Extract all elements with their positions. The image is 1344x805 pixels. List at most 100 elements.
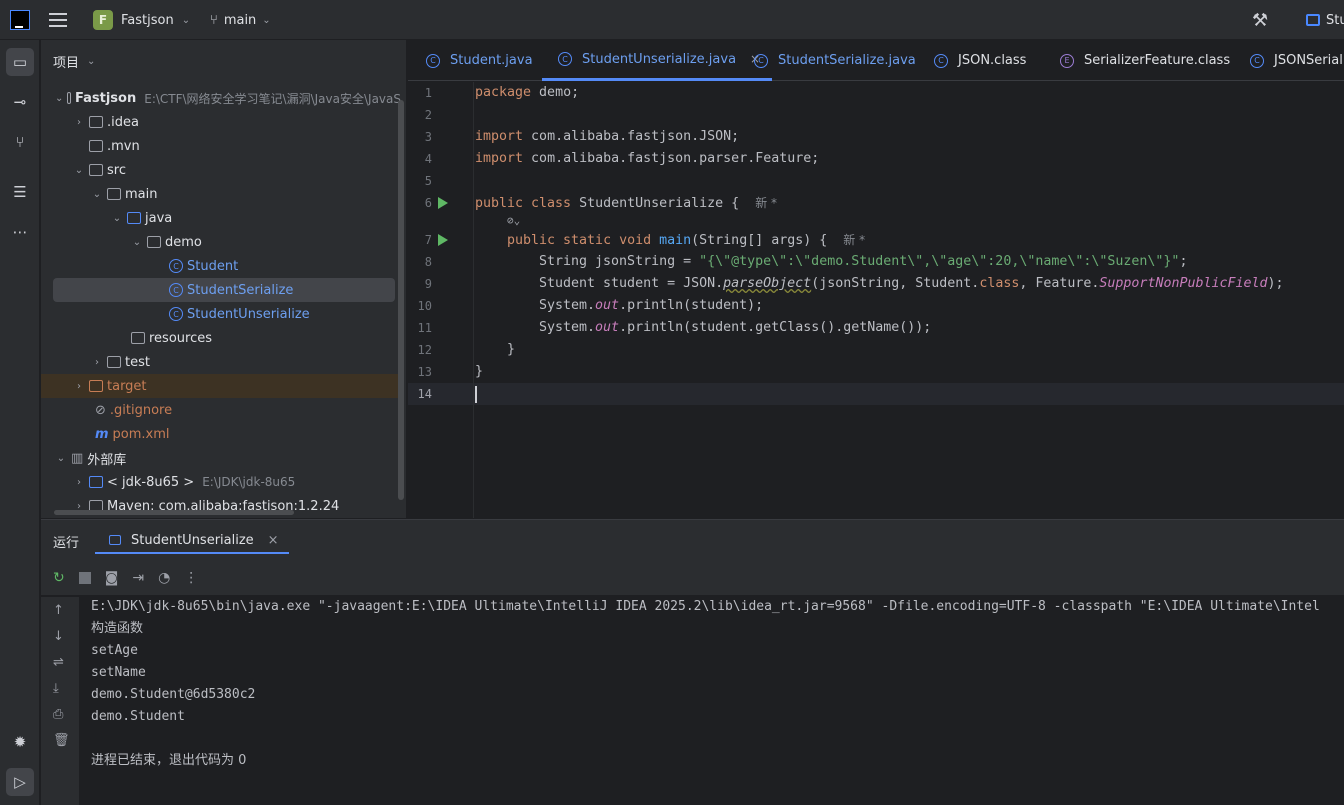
tree-item-studentserialize[interactable]: C StudentSerialize	[53, 278, 395, 302]
chevron-down-icon: ⌄	[262, 14, 271, 26]
tree-item-student[interactable]: C Student	[41, 254, 401, 278]
run-config-selector[interactable]: Stu	[1306, 0, 1344, 40]
line-number: 2	[424, 108, 432, 122]
project-panel-header[interactable]: 项目 ⌄	[53, 52, 95, 71]
console-line: demo.Student@6d5380c2	[91, 687, 256, 702]
chevron-down-icon: ⌄	[132, 236, 142, 248]
tab-student-java[interactable]: C Student.java	[422, 40, 533, 81]
tab-studentserialize-java[interactable]: C StudentSerialize.java	[750, 40, 916, 81]
run-panel-title: 运行	[53, 536, 80, 551]
tab-jsonserialize[interactable]: C JSONSerialize	[1246, 40, 1344, 81]
project-folder-icon[interactable]: ▭	[6, 48, 34, 76]
scroll-up-icon[interactable]: ↑	[53, 603, 64, 618]
folder-icon	[89, 140, 103, 152]
soft-wrap-icon[interactable]: ⇌	[53, 655, 64, 670]
console-line: 构造函数	[91, 621, 144, 636]
tree-label: java	[145, 210, 173, 226]
tab-json-class[interactable]: C JSON.class	[930, 40, 1026, 81]
project-scrollbar-vertical[interactable]	[398, 100, 404, 500]
package-icon	[147, 236, 161, 248]
run-tab-studentunserialize[interactable]: StudentUnserialize ×	[95, 528, 289, 554]
project-panel-title: 项目	[53, 56, 80, 71]
main-menu-icon[interactable]	[48, 0, 68, 40]
tree-item-resources[interactable]: resources	[41, 326, 401, 350]
tree-item-java[interactable]: ⌄ java	[41, 206, 401, 230]
line-number: 6	[424, 196, 432, 210]
screenshot-icon[interactable]: ◙	[105, 570, 119, 586]
tree-label: main	[125, 186, 158, 202]
run-config-icon	[109, 535, 121, 545]
tree-item-studentunserialize[interactable]: C StudentUnserialize	[41, 302, 401, 326]
code-editor[interactable]: 1 2 3 4 5 6 7 8 9 10 11 12 13 14 package…	[408, 82, 1344, 518]
tree-label: test	[125, 354, 150, 370]
tree-item-mvn[interactable]: .mvn	[41, 134, 401, 158]
tab-studentunserialize-java[interactable]: C StudentUnserialize.java ×	[542, 40, 773, 81]
chevron-down-icon: ⌄	[112, 212, 122, 224]
chevron-down-icon: ⌄	[92, 188, 102, 200]
line-number: 5	[424, 174, 432, 188]
close-icon[interactable]: ×	[268, 533, 279, 548]
project-switcher[interactable]: F Fastjson ⌄	[93, 0, 190, 40]
tree-label: .gitignore	[109, 402, 173, 418]
class-icon: C	[169, 259, 183, 273]
source-folder-icon	[127, 212, 141, 224]
line-number: 8	[424, 255, 432, 269]
clear-trash-icon[interactable]: 🗑	[53, 733, 70, 748]
tree-item-demo[interactable]: ⌄ demo	[41, 230, 401, 254]
chevron-down-icon: ⌄	[181, 14, 191, 26]
tree-label: src	[107, 162, 126, 178]
project-scrollbar-horizontal[interactable]	[54, 510, 294, 515]
scroll-down-icon[interactable]: ↓	[53, 629, 64, 644]
debug-icon[interactable]: ✹	[6, 728, 34, 756]
run-icon[interactable]: ▷	[6, 768, 34, 796]
code-line-4: import com.alibaba.fastjson.parser.Featu…	[475, 151, 820, 166]
git-branch-icon: ⑂	[210, 12, 218, 28]
tree-label: 外部库	[87, 452, 127, 468]
tree-label: .mvn	[107, 138, 140, 154]
run-gutter-icon[interactable]	[438, 234, 448, 246]
chevron-right-icon: ›	[95, 356, 99, 368]
class-icon: C	[934, 53, 948, 68]
stop-icon[interactable]	[78, 571, 91, 584]
folder-icon	[107, 188, 121, 200]
profiler-icon[interactable]: ◔	[158, 570, 170, 586]
rerun-icon[interactable]: ↻	[53, 570, 65, 586]
tree-item-src[interactable]: ⌄ src	[41, 158, 401, 182]
scroll-to-end-icon[interactable]: ⤓	[53, 681, 59, 696]
tree-item-gitignore[interactable]: ⊘ .gitignore	[41, 398, 401, 422]
codevision-hint[interactable]: 新 *	[843, 233, 865, 247]
pull-requests-icon[interactable]: ⑂	[6, 128, 34, 156]
run-panel-header: 运行 StudentUnserialize ×	[41, 520, 1344, 560]
branch-switcher[interactable]: ⑂ main ⌄	[210, 0, 271, 40]
import-icon[interactable]: ⇥	[132, 570, 144, 586]
tree-item-external-libraries[interactable]: ⌄ ▥ 外部库	[41, 446, 401, 470]
code-line-3: import com.alibaba.fastjson.JSON;	[475, 129, 740, 144]
tab-label: StudentUnserialize.java	[582, 51, 737, 67]
console-line: setName	[91, 665, 146, 680]
console-line: demo.Student	[91, 709, 185, 724]
tree-item-main[interactable]: ⌄ main	[41, 182, 401, 206]
ignore-file-icon: ⊘	[95, 402, 106, 418]
tree-item-pom[interactable]: m pom.xml	[41, 422, 401, 446]
line-number: 11	[417, 321, 432, 335]
print-icon[interactable]: ⎙	[53, 707, 63, 722]
run-gutter-icon[interactable]	[438, 197, 448, 209]
structure-icon[interactable]: ☰	[6, 178, 34, 206]
line-number: 12	[417, 343, 432, 357]
commit-icon[interactable]: ⊸	[6, 88, 34, 116]
code-line-9: Student student = JSON.parseObject(jsonS…	[539, 276, 1284, 291]
class-icon: C	[426, 53, 440, 68]
tree-item-idea[interactable]: › .idea	[41, 110, 401, 134]
tree-item-target[interactable]: › target	[41, 374, 401, 398]
more-options-icon[interactable]: ⋮	[184, 570, 198, 586]
project-panel: 项目 ⌄ ⌄ Fastjson E:\CTF\网络安全学习笔记\漏洞\Java安…	[41, 40, 407, 518]
tree-item-test[interactable]: › test	[41, 350, 401, 374]
build-hammer-icon[interactable]: ⚒	[1252, 0, 1268, 40]
codevision-hint[interactable]: 新 *	[755, 196, 777, 210]
tree-item-jdk[interactable]: › < jdk-8u65 > E:\JDK\jdk-8u65	[41, 470, 401, 494]
tree-item-fastjson[interactable]: ⌄ Fastjson E:\CTF\网络安全学习笔记\漏洞\Java安全\Jav…	[41, 86, 401, 110]
tree-label: Fastjson	[75, 90, 137, 106]
project-name: Fastjson	[121, 12, 174, 28]
tab-serializerfeature-class[interactable]: E SerializerFeature.class	[1056, 40, 1230, 81]
more-icon[interactable]: ⋯	[6, 218, 34, 246]
